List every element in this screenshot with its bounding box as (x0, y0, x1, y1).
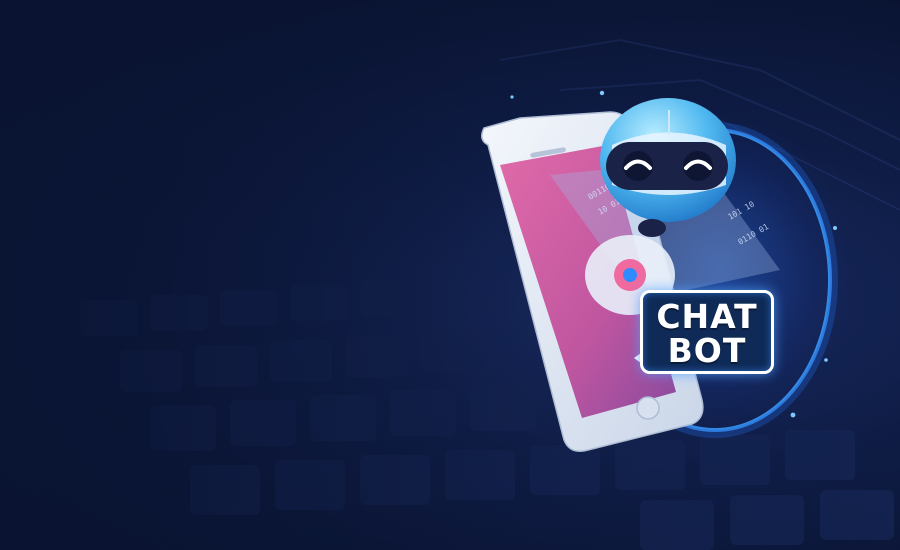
badge-line-2: BOT (667, 331, 747, 370)
chatbot-graphic: 0011010 10 0110 101 10 0110 01 (481, 90, 838, 452)
chatbot-illustration: 0011010 10 0110 101 10 0110 01 CHAT BOT (0, 0, 900, 550)
chatbot-badge: CHAT BOT (634, 290, 774, 374)
badge-frame: CHAT BOT (640, 290, 774, 374)
